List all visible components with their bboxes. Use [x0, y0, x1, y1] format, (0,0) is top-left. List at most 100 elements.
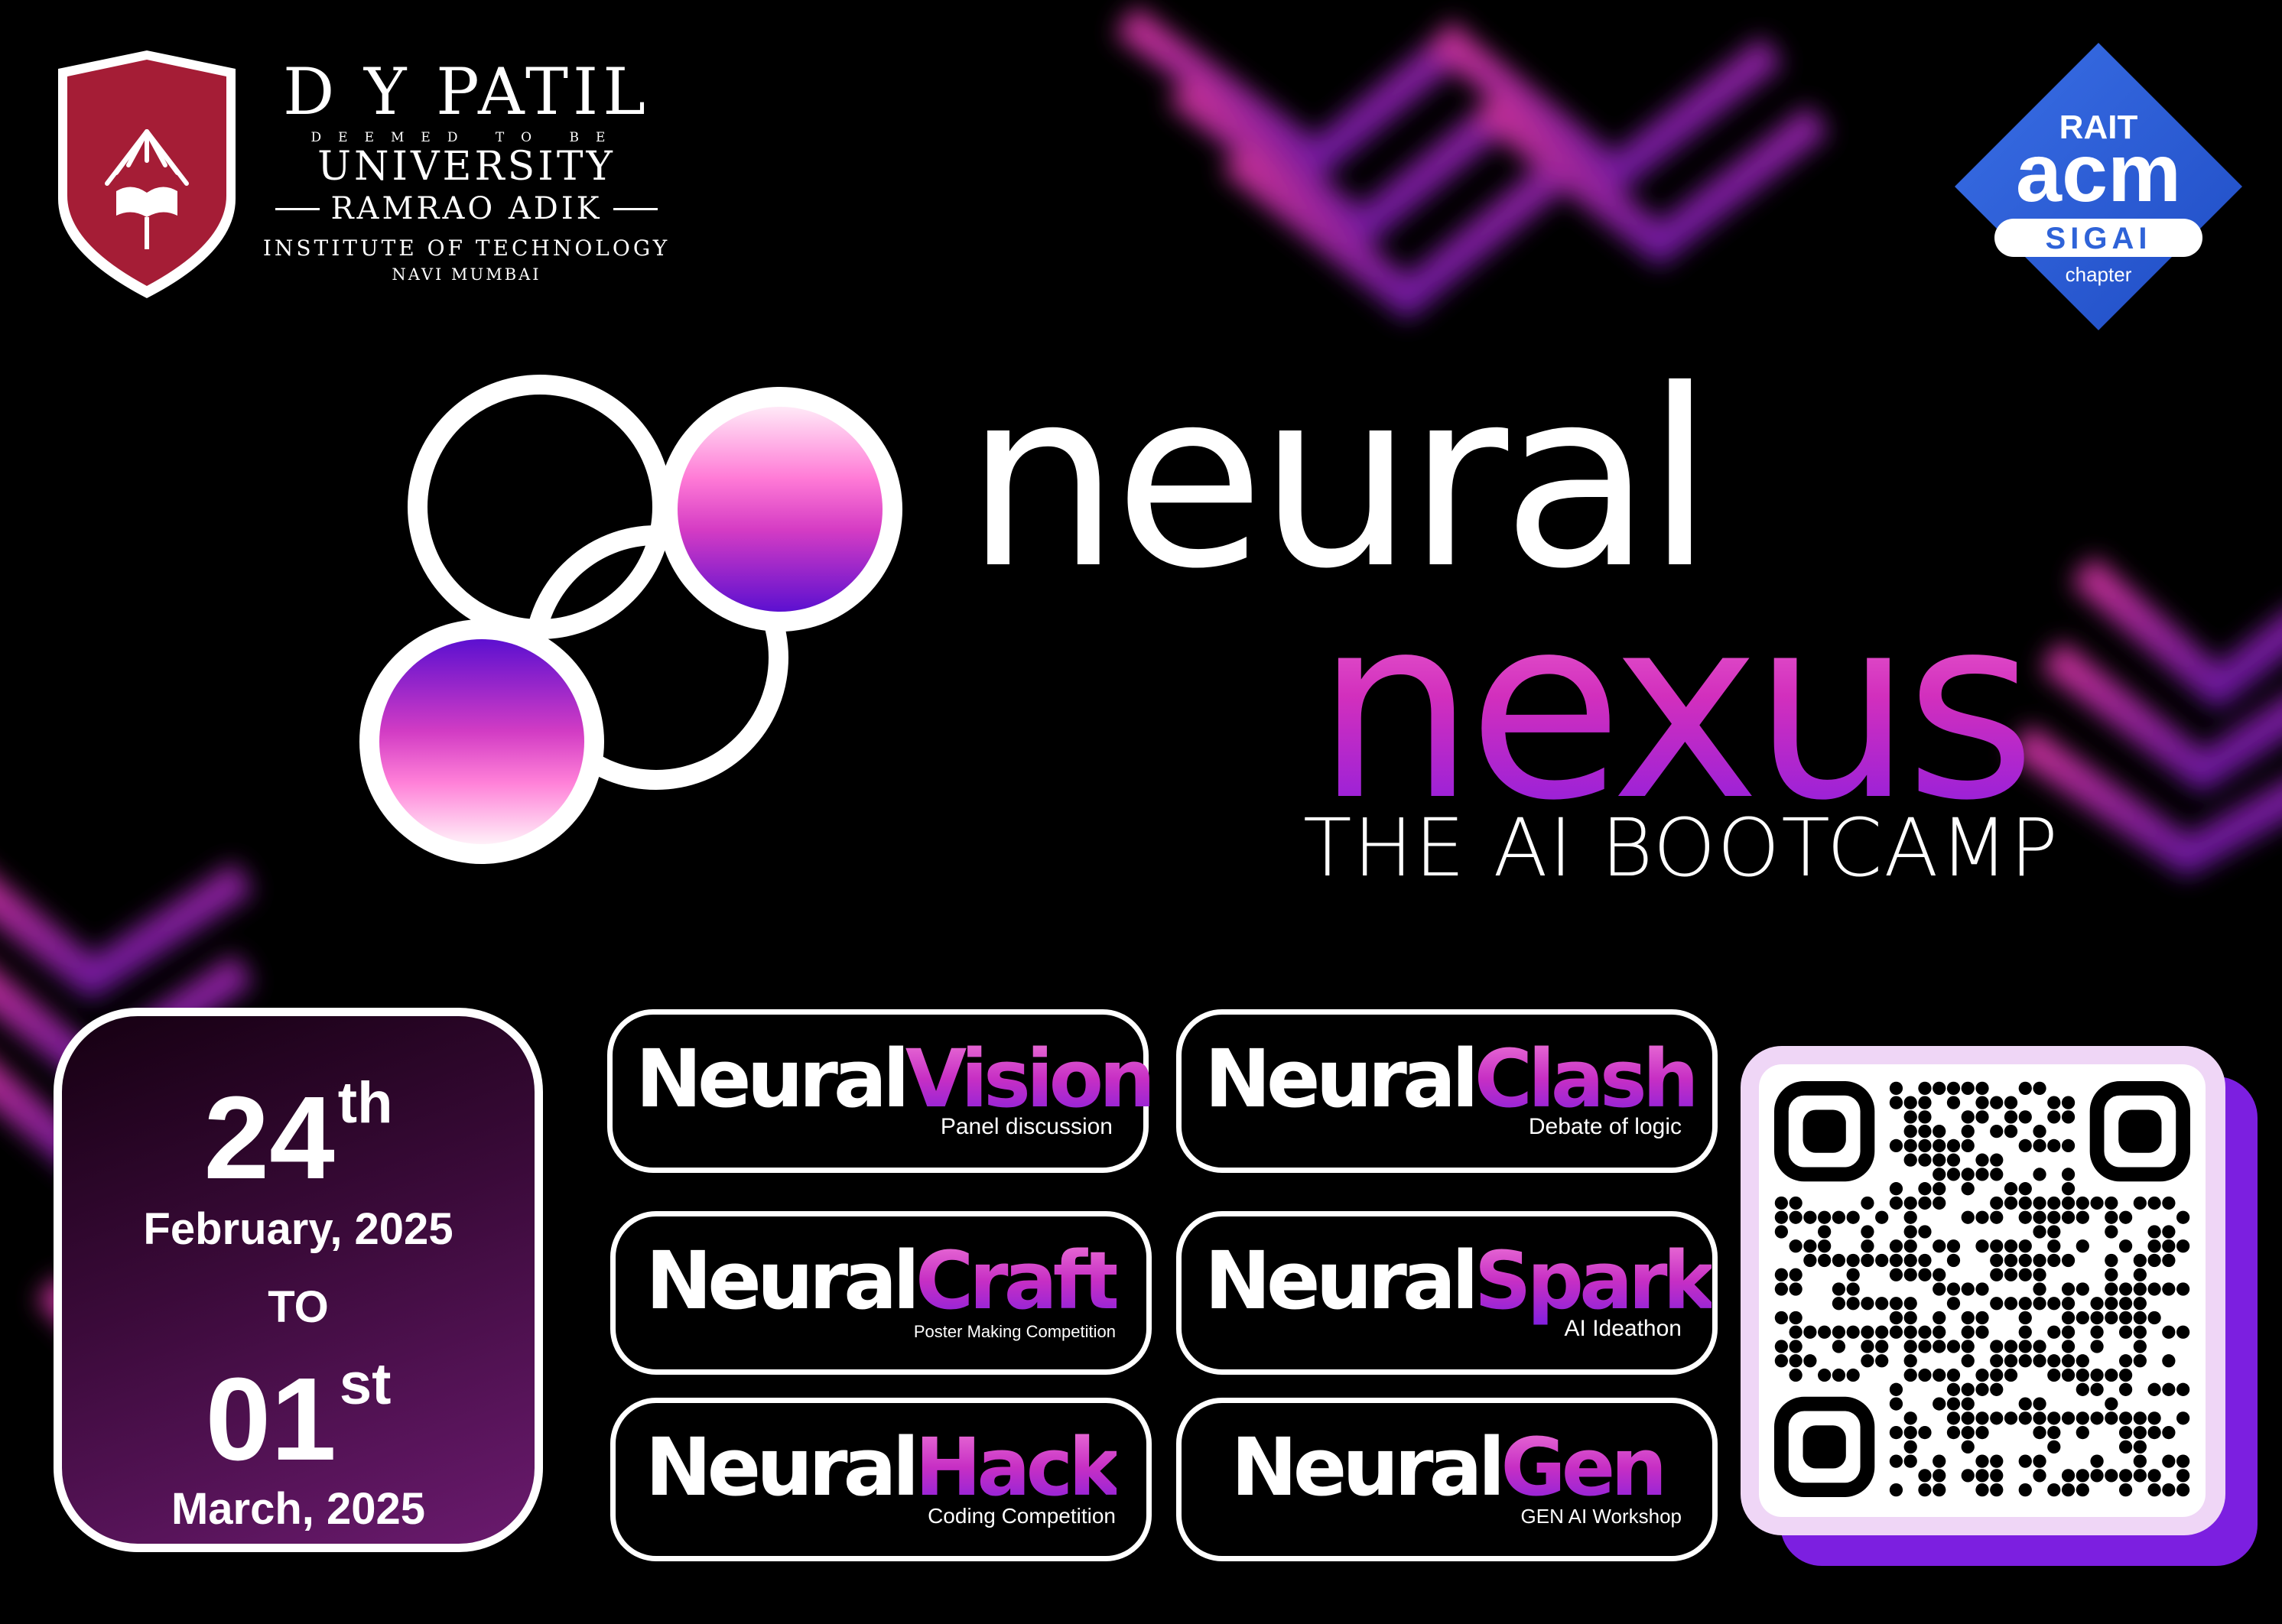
qr-module: [1933, 1454, 1946, 1468]
qr-module: [1933, 1469, 1946, 1483]
qr-module: [1846, 1253, 1860, 1268]
qr-module: [1789, 1354, 1803, 1368]
qr-module: [2061, 1311, 2076, 1325]
qr-module: [2133, 1425, 2147, 1440]
qr-module: [1889, 1196, 1903, 1210]
qr-module: [2162, 1325, 2176, 1339]
qr-module: [2105, 1411, 2118, 1425]
date-separator: TO: [268, 1282, 329, 1332]
qr-module: [1961, 1110, 1975, 1124]
qr-module: [1946, 1397, 1961, 1411]
qr-module: [2061, 1282, 2076, 1296]
qr-module: [2076, 1411, 2089, 1425]
qr-module: [1975, 1081, 1989, 1096]
qr-module: [2047, 1138, 2061, 1153]
qr-module: [2147, 1282, 2161, 1296]
registration-qr-code-icon[interactable]: [1774, 1081, 2190, 1500]
qr-module: [2004, 1354, 2018, 1368]
qr-module: [1933, 1153, 1946, 1167]
qr-module: [2105, 1196, 2118, 1210]
qr-module: [1946, 1382, 1961, 1396]
qr-finder-center: [1803, 1425, 1846, 1469]
qr-module: [1990, 1411, 2004, 1425]
qr-module: [1875, 1210, 1889, 1224]
qr-module: [2033, 1340, 2046, 1353]
qr-module: [1846, 1268, 1860, 1281]
qr-module: [2061, 1368, 2076, 1382]
qr-module: [2033, 1297, 2046, 1311]
qr-module: [1961, 1397, 1975, 1411]
qr-module: [1946, 1282, 1961, 1296]
qr-module: [1875, 1354, 1889, 1368]
qr-module: [1774, 1210, 1789, 1224]
qr-module: [2004, 1297, 2018, 1311]
qr-module: [1889, 1268, 1903, 1281]
qr-module: [2061, 1196, 2076, 1210]
qr-module: [1774, 1225, 1789, 1239]
qr-module: [2133, 1354, 2147, 1368]
qr-module: [1990, 1210, 2004, 1224]
qr-module: [1975, 1425, 1989, 1440]
qr-module: [1861, 1354, 1874, 1368]
qr-module: [2090, 1325, 2104, 1339]
qr-module: [1975, 1382, 1989, 1396]
event-prefix: Neural: [645, 1421, 920, 1514]
qr-module: [2076, 1239, 2089, 1253]
qr-module: [1832, 1340, 1846, 1353]
qr-module: [1933, 1282, 1946, 1296]
event-pill-hack: NeuralHack Coding Competition: [610, 1398, 1152, 1561]
qr-module: [1889, 1311, 1903, 1325]
qr-module: [1818, 1239, 1832, 1253]
qr-module: [2076, 1311, 2089, 1325]
qr-module: [2047, 1440, 2061, 1453]
qr-module: [1889, 1182, 1903, 1196]
qr-module: [1975, 1454, 1989, 1468]
qr-module: [1832, 1297, 1846, 1311]
qr-module: [2118, 1425, 2133, 1440]
qr-module: [2147, 1311, 2161, 1325]
qr-module: [1990, 1268, 2004, 1281]
qr-module: [2047, 1239, 2061, 1253]
qr-module: [2047, 1325, 2061, 1339]
qr-module: [1875, 1325, 1889, 1339]
qr-module: [1803, 1354, 1817, 1368]
qr-module: [1990, 1354, 2004, 1368]
qr-module: [2162, 1282, 2176, 1296]
qr-module: [2061, 1411, 2076, 1425]
qr-module: [2018, 1268, 2032, 1281]
start-date-day: 24th: [203, 1070, 393, 1203]
qr-module: [2147, 1196, 2161, 1210]
qr-module: [2147, 1225, 2161, 1239]
qr-finder-center: [2118, 1109, 2162, 1153]
qr-module: [1975, 1311, 1989, 1325]
event-name: Gen: [1500, 1421, 1667, 1514]
qr-module: [1918, 1081, 1932, 1096]
qr-module: [1918, 1483, 1932, 1497]
qr-module: [1903, 1297, 1917, 1311]
qr-module: [2076, 1210, 2089, 1224]
qr-module: [1961, 1325, 1975, 1339]
qr-module: [1918, 1268, 1932, 1281]
acm-sigai-logo: RAIT acm SIGAI chapter: [1953, 41, 2244, 332]
qr-module: [1946, 1340, 1961, 1353]
qr-module: [1990, 1253, 2004, 1268]
qr-module: [1933, 1325, 1946, 1339]
qr-module: [1889, 1081, 1903, 1096]
qr-module: [2004, 1268, 2018, 1281]
qr-module: [2033, 1268, 2046, 1281]
qr-module: [1903, 1096, 1917, 1109]
qr-module: [2061, 1182, 2076, 1196]
qr-module: [1933, 1168, 1946, 1181]
qr-module: [2033, 1210, 2046, 1224]
event-date-card: 24th February, 2025 TO 01st March, 2025: [54, 1008, 543, 1552]
event-description: AI Ideathon: [1564, 1316, 1682, 1341]
qr-module: [2018, 1354, 2032, 1368]
qr-module: [2162, 1454, 2176, 1468]
qr-module: [1803, 1325, 1817, 1339]
qr-module: [2018, 1196, 2032, 1210]
qr-module: [1875, 1297, 1889, 1311]
qr-module: [2047, 1096, 2061, 1109]
qr-module: [2090, 1368, 2104, 1382]
neural-nexus-logo-icon: [359, 375, 902, 864]
qr-module: [1889, 1253, 1903, 1268]
